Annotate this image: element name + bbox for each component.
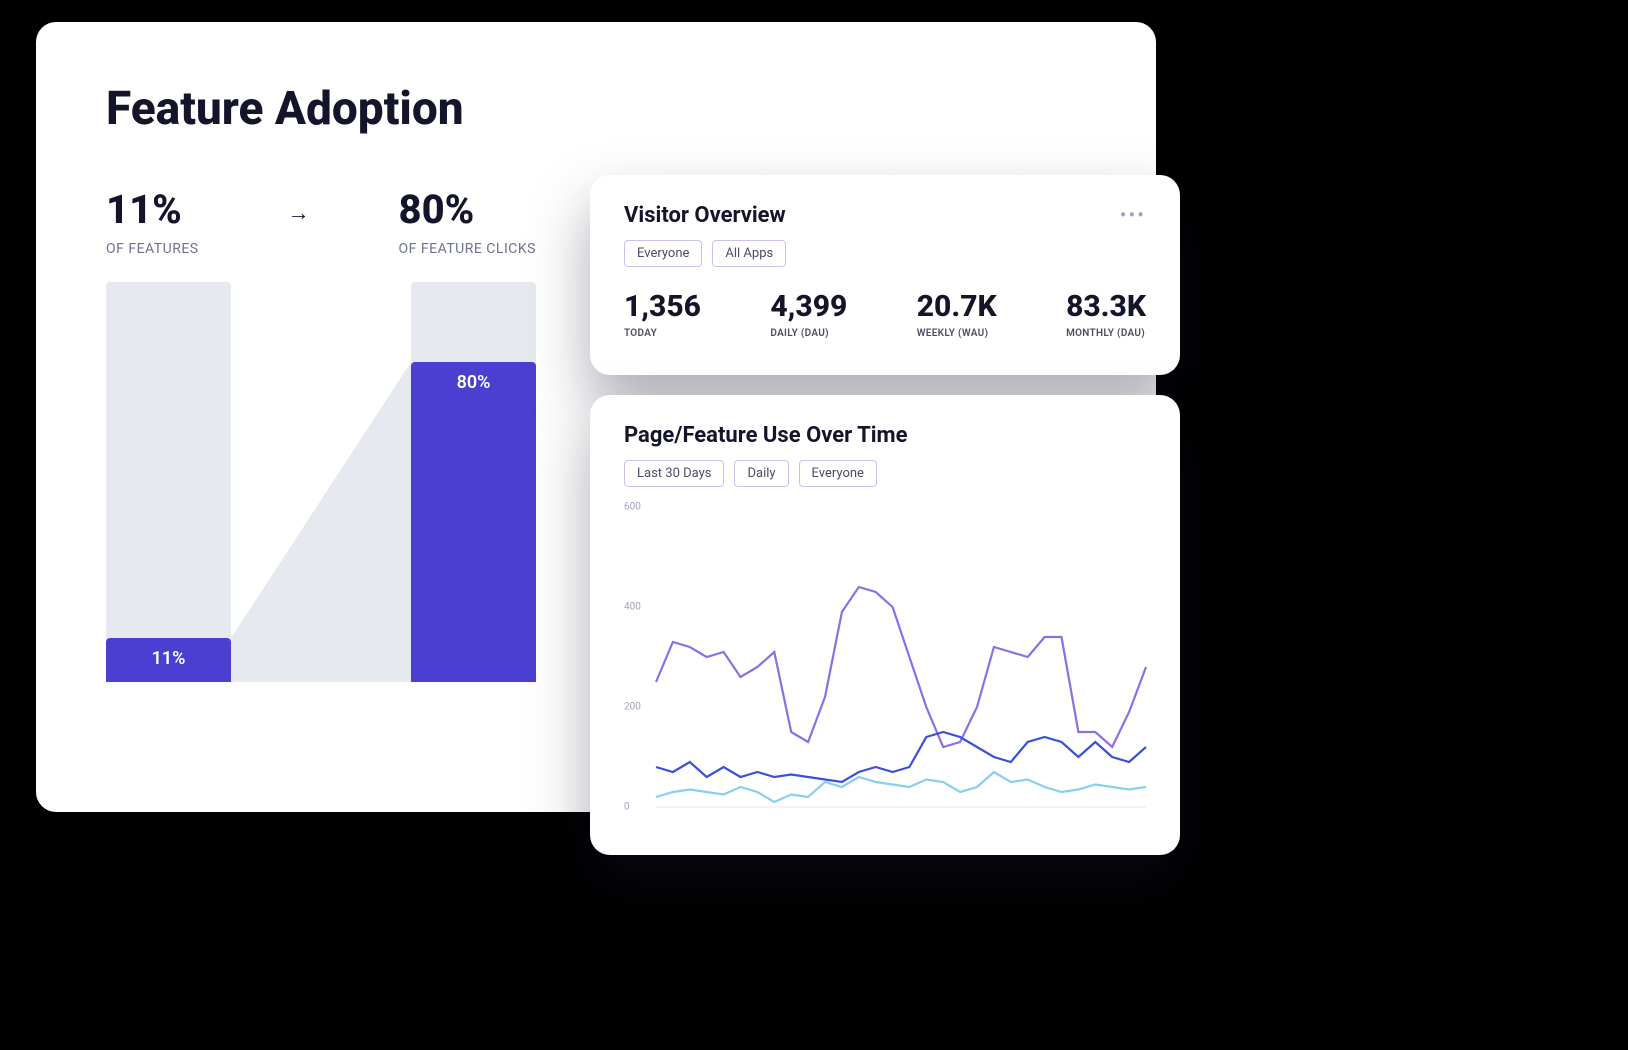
visitor-filter-row: Everyone All Apps xyxy=(624,240,1146,267)
metric-label: MONTHLY (DAU) xyxy=(1066,328,1146,339)
metric-label: WEEKLY (WAU) xyxy=(917,328,997,339)
feature-adoption-title: Feature Adoption xyxy=(106,82,1086,136)
series-line-series-c xyxy=(656,772,1146,802)
bar-connector xyxy=(231,282,411,682)
metric-value: 20.7K xyxy=(917,289,997,324)
stat-of-features: 11% OF FEATURES xyxy=(106,186,199,257)
metric-daily: 4,399 DAILY (DAU) xyxy=(770,289,847,339)
bar-percent-label: 11% xyxy=(152,648,186,669)
metric-monthly: 83.3K MONTHLY (DAU) xyxy=(1066,289,1146,339)
stat-of-feature-clicks: 80% OF FEATURE CLICKS xyxy=(399,186,536,257)
y-tick-0: 0 xyxy=(624,802,630,813)
y-tick-600: 600 xyxy=(624,502,641,513)
metric-weekly: 20.7K WEEKLY (WAU) xyxy=(917,289,997,339)
metric-today: 1,356 TODAY xyxy=(624,289,701,339)
y-tick-400: 400 xyxy=(624,601,641,612)
stat-label: OF FEATURE CLICKS xyxy=(399,241,536,257)
visitor-metrics-row: 1,356 TODAY 4,399 DAILY (DAU) 20.7K WEEK… xyxy=(624,289,1146,339)
metric-label: DAILY (DAU) xyxy=(770,328,847,339)
usage-chart-title: Page/Feature Use Over Time xyxy=(624,423,1146,448)
line-plot-area xyxy=(656,507,1146,807)
more-options-icon[interactable]: ••• xyxy=(1120,203,1146,227)
bar-fill: 11% xyxy=(106,638,231,682)
filter-all-apps[interactable]: All Apps xyxy=(712,240,786,267)
series-line-series-b xyxy=(656,732,1146,782)
metric-label: TODAY xyxy=(624,328,701,339)
filter-everyone[interactable]: Everyone xyxy=(799,460,877,487)
line-chart: 600 400 200 0 xyxy=(624,507,1146,807)
metric-value: 83.3K xyxy=(1066,289,1146,324)
series-line-series-a xyxy=(656,587,1146,747)
bar-fill: 80% xyxy=(411,362,536,682)
visitor-overview-title: Visitor Overview xyxy=(624,203,786,228)
filter-everyone[interactable]: Everyone xyxy=(624,240,702,267)
stat-value: 11% xyxy=(106,186,199,233)
stat-label: OF FEATURES xyxy=(106,241,199,257)
y-tick-200: 200 xyxy=(624,701,641,712)
usage-chart-card: Page/Feature Use Over Time Last 30 Days … xyxy=(590,395,1180,855)
metric-value: 1,356 xyxy=(624,289,701,324)
feature-bars-chart: 11% 80% xyxy=(106,282,536,682)
metric-value: 4,399 xyxy=(770,289,847,324)
arrow-right-icon: → xyxy=(288,200,310,226)
bar-of-features: 11% xyxy=(106,282,231,682)
stat-value: 80% xyxy=(399,186,536,233)
bar-percent-label: 80% xyxy=(457,372,491,393)
filter-last-30-days[interactable]: Last 30 Days xyxy=(624,460,724,487)
filter-daily[interactable]: Daily xyxy=(734,460,788,487)
bar-of-feature-clicks: 80% xyxy=(411,282,536,682)
usage-filter-row: Last 30 Days Daily Everyone xyxy=(624,460,1146,487)
feature-stats-row: 11% OF FEATURES → 80% OF FEATURE CLICKS xyxy=(106,186,536,257)
visitor-overview-card: Visitor Overview ••• Everyone All Apps 1… xyxy=(590,175,1180,375)
